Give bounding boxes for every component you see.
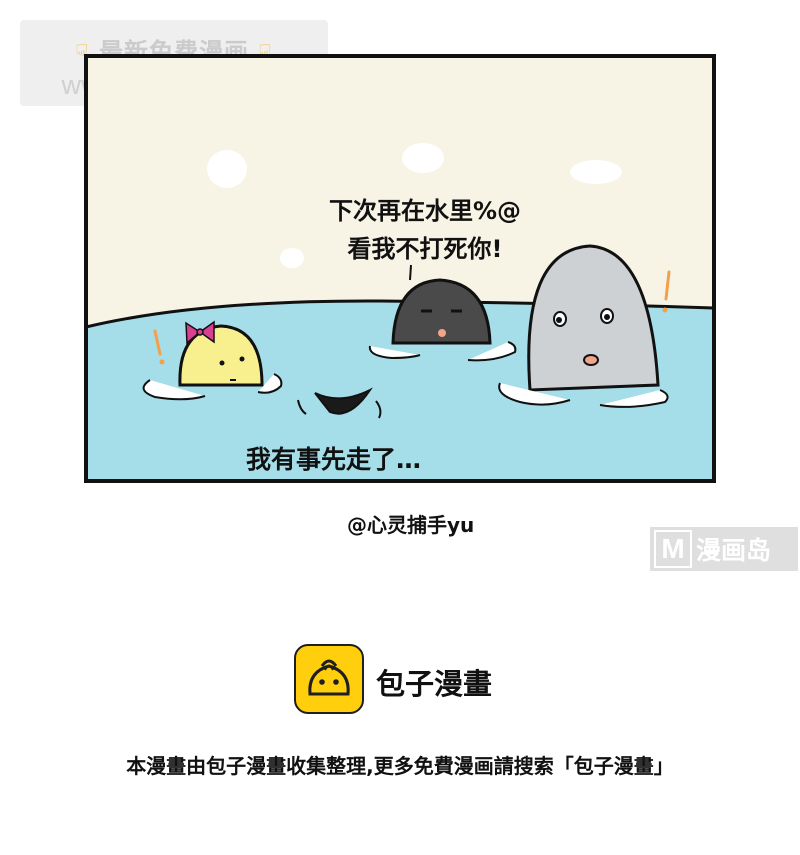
cloud [207, 150, 247, 188]
m-logo-icon: M [654, 530, 692, 568]
mouth-icon [583, 354, 599, 366]
comic-panel [84, 54, 716, 483]
speech-text: 下次再在水里%@ 看我不打死你! [280, 192, 570, 268]
logo-name: 包子漫畫 [376, 667, 493, 701]
baozi-icon [308, 659, 350, 696]
speech-line-2: 看我不打死你! [347, 235, 503, 263]
cloud [402, 143, 444, 173]
caption-text: 我有事先走了… [246, 445, 422, 474]
site-badge-text: 漫画岛 [696, 536, 772, 565]
cloud [570, 160, 622, 184]
baozi-logo [294, 644, 364, 714]
author-credit: @心灵捕手yu [347, 513, 475, 537]
speech-line-1: 下次再在水里%@ [328, 197, 522, 225]
site-badge: M 漫画岛 [650, 527, 798, 571]
footer-notice: 本漫畫由包子漫畫收集整理,更多免費漫画請搜索「包子漫畫」 [126, 754, 674, 778]
